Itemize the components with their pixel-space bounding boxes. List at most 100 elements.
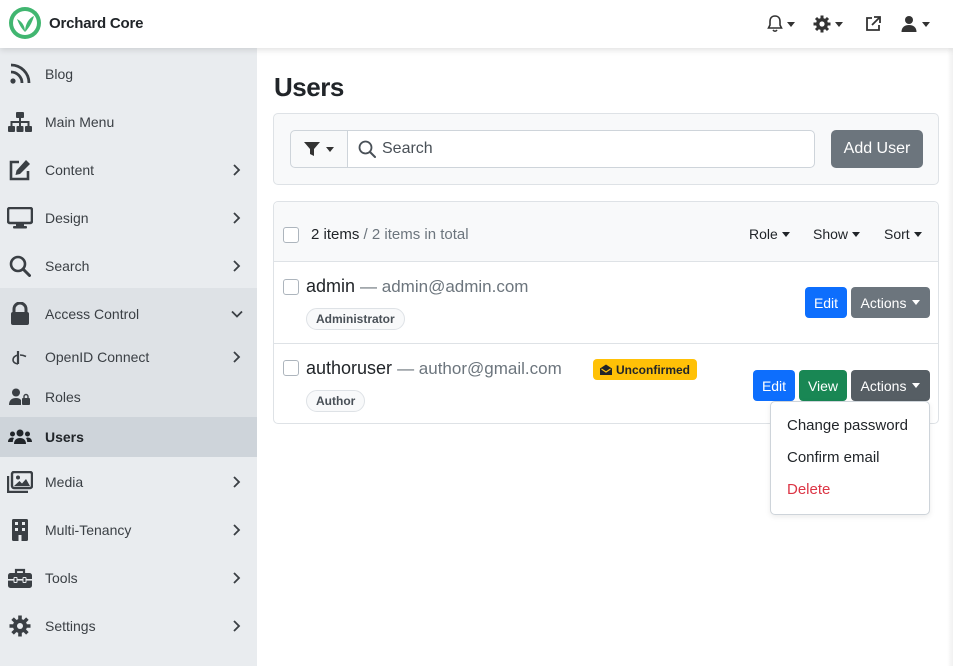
- gear-icon: [813, 15, 831, 33]
- user-entry: admin — admin@admin.com: [306, 276, 528, 297]
- sidebar-item-label: Tools: [45, 570, 78, 586]
- edit-button[interactable]: Edit: [753, 370, 795, 401]
- rss-icon: [7, 61, 33, 87]
- add-user-button[interactable]: Add User: [831, 130, 923, 168]
- chevron-down-icon: [326, 146, 334, 152]
- lock-icon: [7, 301, 33, 327]
- sidebar-item-main-menu[interactable]: Main Menu: [0, 98, 257, 146]
- role-filter-label: Role: [749, 226, 778, 242]
- items-count-value: 2 items: [311, 226, 360, 243]
- toolbox-icon: [7, 565, 33, 591]
- sidebar-item-label: Users: [45, 429, 84, 445]
- filter-dropdown-button[interactable]: [290, 130, 348, 168]
- row-checkbox[interactable]: [283, 279, 299, 295]
- chevron-down-icon: [835, 21, 843, 27]
- role-filter-dropdown[interactable]: Role: [749, 226, 790, 242]
- chevron-right-icon: [233, 524, 241, 536]
- select-all-checkbox[interactable]: [283, 227, 299, 243]
- chevron-right-icon: [233, 476, 241, 488]
- sidebar-item-content[interactable]: Content: [0, 146, 257, 194]
- delete-menu-item[interactable]: Delete: [787, 481, 830, 498]
- sidebar-item-blog[interactable]: Blog: [0, 50, 257, 98]
- role-badge: Author: [306, 390, 366, 412]
- images-icon: [7, 469, 33, 495]
- openid-icon: [7, 344, 33, 370]
- search-field[interactable]: [347, 130, 815, 168]
- search-input[interactable]: [382, 140, 802, 158]
- envelope-open-icon: [600, 364, 612, 375]
- list-item: admin — admin@admin.com Administrator Ed…: [274, 262, 938, 343]
- sitemap-icon: [7, 109, 33, 135]
- external-link-icon: [866, 16, 881, 31]
- user-icon: [901, 16, 917, 32]
- sidebar-item-search[interactable]: Search: [0, 242, 257, 290]
- chevron-down-icon: [852, 231, 861, 237]
- filter-icon: [304, 141, 320, 156]
- search-icon: [7, 253, 33, 279]
- bell-icon: [767, 15, 783, 33]
- user-lock-icon: [7, 384, 33, 410]
- chevron-right-icon: [233, 351, 241, 363]
- sidebar-item-label: Access Control: [45, 306, 140, 322]
- show-filter-dropdown[interactable]: Show: [813, 226, 861, 242]
- sidebar-item-openid-connect[interactable]: OpenID Connect: [0, 337, 257, 377]
- user-email: — admin@admin.com: [360, 277, 529, 296]
- edit-icon: [7, 157, 33, 183]
- page-title: Users: [274, 72, 344, 102]
- chevron-right-icon: [233, 620, 241, 632]
- chevron-right-icon: [233, 164, 241, 176]
- top-navbar: Orchard Core: [0, 0, 953, 48]
- sort-dropdown[interactable]: Sort: [884, 226, 922, 242]
- actions-label: Actions: [860, 377, 907, 394]
- chevron-down-icon: [781, 231, 790, 237]
- actions-button[interactable]: Actions: [851, 287, 930, 318]
- sidebar-item-label: Main Menu: [45, 114, 115, 130]
- change-password-menu-item[interactable]: Change password: [787, 417, 908, 434]
- sidebar-item-label: Multi-Tenancy: [45, 522, 132, 538]
- sidebar-item-label: Settings: [45, 618, 96, 634]
- chevron-right-icon: [233, 212, 241, 224]
- sidebar-item-media[interactable]: Media: [0, 458, 257, 506]
- view-button[interactable]: View: [799, 370, 847, 401]
- filter-card: Add User: [273, 113, 939, 185]
- sidebar-item-multi-tenancy[interactable]: Multi-Tenancy: [0, 506, 257, 554]
- sidebar-item-label: Roles: [45, 389, 81, 405]
- users-list: 2 items / 2 items in total Role Show Sor…: [273, 201, 939, 424]
- actions-label: Actions: [860, 294, 907, 311]
- sort-label: Sort: [884, 226, 910, 242]
- chevron-down-icon: [922, 21, 930, 27]
- user-menu-button[interactable]: [900, 12, 930, 36]
- sidebar-item-roles[interactable]: Roles: [0, 377, 257, 417]
- sidebar-item-label: Content: [45, 162, 95, 178]
- edit-button[interactable]: Edit: [805, 287, 847, 318]
- sidebar-item-label: Media: [45, 474, 84, 490]
- notifications-button[interactable]: [767, 12, 795, 36]
- confirm-email-menu-item[interactable]: Confirm email: [787, 449, 880, 466]
- chevron-down-icon: [913, 231, 922, 237]
- row-checkbox[interactable]: [283, 360, 299, 376]
- list-header: 2 items / 2 items in total Role Show Sor…: [274, 202, 938, 262]
- user-name[interactable]: admin: [306, 276, 355, 296]
- chevron-down-icon: [787, 21, 795, 27]
- visit-site-button[interactable]: [864, 12, 882, 36]
- sidebar-item-design[interactable]: Design: [0, 194, 257, 242]
- theme-settings-button[interactable]: [813, 12, 843, 36]
- chevron-right-icon: [233, 260, 241, 272]
- chevron-down-icon: [912, 383, 921, 388]
- user-name[interactable]: authoruser: [306, 358, 392, 378]
- actions-button[interactable]: Actions: [851, 370, 930, 401]
- user-email: — author@gmail.com: [397, 359, 562, 378]
- sidebar-item-settings[interactable]: Settings: [0, 602, 257, 650]
- items-count: 2 items / 2 items in total: [311, 226, 469, 243]
- chevron-down-icon: [912, 300, 921, 305]
- user-entry: authoruser — author@gmail.com: [306, 358, 562, 379]
- monitor-icon: [7, 205, 33, 231]
- sidebar-item-label: Design: [45, 210, 89, 226]
- sidebar-item-users[interactable]: Users: [0, 417, 257, 457]
- main-content: Users Add User 2 items / 2 items in tota…: [257, 48, 953, 666]
- items-total: / 2 items in total: [359, 226, 469, 243]
- sidebar-item-access-control[interactable]: Access Control: [0, 290, 257, 338]
- sidebar-item-tools[interactable]: Tools: [0, 554, 257, 602]
- sidebar-item-label: OpenID Connect: [45, 349, 150, 365]
- search-icon: [358, 140, 376, 158]
